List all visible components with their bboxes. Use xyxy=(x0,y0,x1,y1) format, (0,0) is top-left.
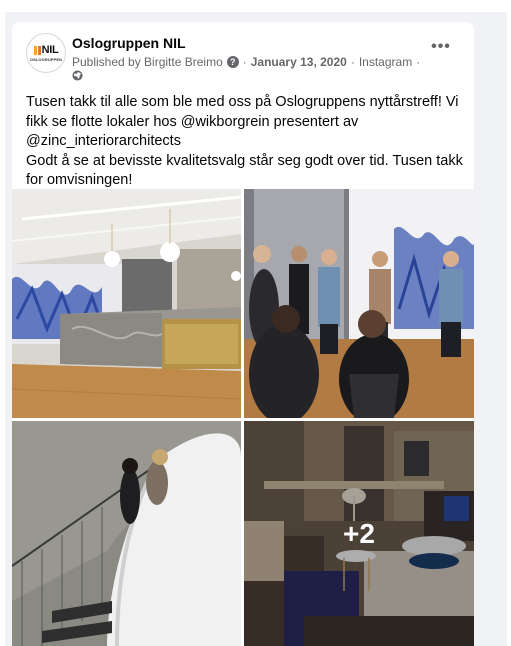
photo-staircase[interactable] xyxy=(12,421,241,646)
reception-image xyxy=(12,189,241,418)
logo-text: NIL xyxy=(41,44,59,56)
separator: · xyxy=(242,55,247,69)
photo-grid: +2 xyxy=(12,189,474,646)
post-header: NIL OSLOGRUPPEN Oslogruppen NIL Publishe… xyxy=(12,22,474,92)
more-options-button[interactable]: ••• xyxy=(426,35,456,59)
post-date-link[interactable]: January 13, 2020 xyxy=(251,55,347,69)
staircase-image xyxy=(12,421,241,646)
photo-reception[interactable] xyxy=(12,189,241,418)
post-source: Instagram xyxy=(358,55,413,69)
post-text-line: Tusen takk til alle som ble med oss på O… xyxy=(26,94,459,149)
more-photos-count: +2 xyxy=(343,517,375,549)
separator: · xyxy=(416,55,421,69)
logo-subtext: OSLOGRUPPEN xyxy=(29,57,63,62)
page-avatar[interactable]: NIL OSLOGRUPPEN xyxy=(26,33,66,73)
photo-lounge[interactable]: +2 xyxy=(244,421,474,646)
logo-mark: NIL xyxy=(33,44,59,56)
post-text-line: Godt å se at bevisste kvalitetsvalg står… xyxy=(26,152,463,189)
photo-group-tour[interactable] xyxy=(244,189,474,418)
post-meta: Published by Birgitte Breimo ? · January… xyxy=(72,55,424,69)
post-text: Tusen takk til alle som ble med oss på O… xyxy=(26,93,466,191)
right-rail xyxy=(475,12,507,646)
post-card: NIL OSLOGRUPPEN Oslogruppen NIL Publishe… xyxy=(12,22,474,646)
published-by-text: Published by Birgitte Breimo xyxy=(72,55,223,69)
more-photos-overlay[interactable]: +2 xyxy=(244,421,474,646)
page-name-link[interactable]: Oslogruppen NIL xyxy=(72,35,186,51)
separator: · xyxy=(350,55,355,69)
globe-icon[interactable] xyxy=(72,70,83,81)
group-tour-image xyxy=(244,189,474,418)
logo-bars-icon xyxy=(33,45,41,55)
ellipsis-icon: ••• xyxy=(431,38,451,55)
help-icon[interactable]: ? xyxy=(226,56,239,68)
